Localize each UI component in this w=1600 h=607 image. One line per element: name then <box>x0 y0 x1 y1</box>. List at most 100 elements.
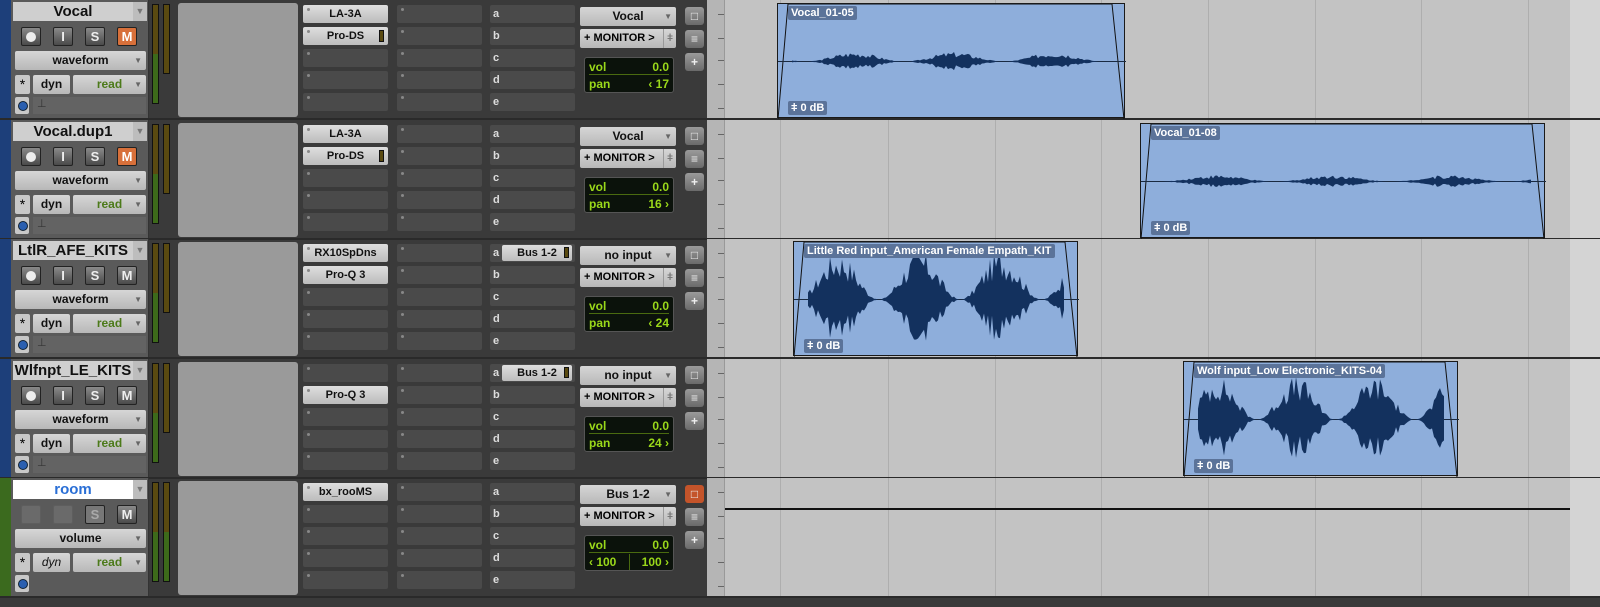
insert-bypass-dot[interactable] <box>307 552 310 555</box>
output-selector[interactable]: + MONITOR > ǂ <box>580 149 676 168</box>
output-selector[interactable]: + MONITOR > ǂ <box>580 29 676 48</box>
pan-value[interactable]: ‹ 24 <box>648 315 669 331</box>
insert-slot-b4[interactable] <box>397 93 482 111</box>
send-slot-c[interactable]: c <box>490 288 575 306</box>
insert-slot-a3[interactable] <box>303 310 388 328</box>
send-slot-b[interactable]: b <box>490 27 575 45</box>
record-enable-button[interactable] <box>21 266 41 285</box>
insert-slot-a3[interactable] <box>303 191 388 209</box>
track-name[interactable]: Vocal.dup1 <box>13 122 133 141</box>
output-window-icon[interactable]: □ <box>685 127 704 145</box>
solo-button[interactable]: S <box>85 27 105 46</box>
send-slot-c[interactable]: c <box>490 49 575 67</box>
input-selector[interactable]: no input ▼ <box>580 366 676 385</box>
insert-slot-a0[interactable]: RX10SpDns <box>303 244 388 262</box>
insert-bypass-dot[interactable] <box>307 269 310 272</box>
insert-slot-a2[interactable] <box>303 169 388 187</box>
vol-value[interactable]: 0.0 <box>652 537 669 553</box>
track-menu-arrow-icon[interactable]: ▼ <box>133 241 147 260</box>
insert-slot-a3[interactable] <box>303 430 388 448</box>
asterisk-icon[interactable]: * <box>15 195 30 214</box>
audio-clip[interactable]: Vocal_01-08 ǂ 0 dB <box>1140 123 1546 239</box>
insert-bypass-dot[interactable] <box>307 574 310 577</box>
insert-slot-a1[interactable]: Pro-DS <box>303 147 388 165</box>
pan-left-value[interactable]: ‹ 100 <box>589 555 616 569</box>
input-monitor-button[interactable]: I <box>53 386 73 405</box>
add-icon[interactable]: + <box>685 173 704 191</box>
insert-slot-a0[interactable]: bx_rooMS <box>303 483 388 501</box>
insert-slot-a1[interactable]: Pro-DS <box>303 27 388 45</box>
insert-slot-a4[interactable] <box>303 332 388 350</box>
comments-panel[interactable] <box>178 362 298 476</box>
insert-slot-b1[interactable] <box>397 27 482 45</box>
record-enable-button[interactable] <box>21 386 41 405</box>
add-icon[interactable]: + <box>685 531 704 549</box>
send-slot-a[interactable]: a <box>490 125 575 143</box>
track-view-selector[interactable]: waveform ▼ <box>15 410 146 429</box>
output-selector[interactable]: + MONITOR > ǂ <box>580 268 676 287</box>
clip-gain[interactable]: ǂ 0 dB <box>1194 459 1234 473</box>
send-slot-e[interactable]: e <box>490 93 575 111</box>
insert-slot-a4[interactable] <box>303 93 388 111</box>
dyn-button[interactable]: dyn <box>33 75 70 94</box>
input-selector[interactable]: Bus 1-2 ▼ <box>580 485 676 504</box>
insert-bypass-dot[interactable] <box>307 194 310 197</box>
insert-slot-b1[interactable] <box>397 147 482 165</box>
insert-slot-a4[interactable] <box>303 571 388 589</box>
input-selector[interactable]: Vocal ▼ <box>580 7 676 26</box>
insert-bypass-dot[interactable] <box>307 216 310 219</box>
vol-pan-display[interactable]: vol 0.0 ‹ 100 100 › <box>584 535 674 571</box>
insert-slot-a4[interactable] <box>303 452 388 470</box>
send-slot-a[interactable]: a <box>490 483 575 501</box>
timebase-icon[interactable] <box>15 575 29 592</box>
send-slot-c[interactable]: c <box>490 527 575 545</box>
elastic-audio-icon[interactable]: ⊥ <box>33 97 146 114</box>
comments-icon[interactable]: ≡ <box>685 150 704 168</box>
insert-slot-a0[interactable] <box>303 364 388 382</box>
output-window-icon[interactable]: □ <box>685 246 704 264</box>
vol-pan-display[interactable]: vol 0.0 pan ‹ 24 <box>584 296 674 332</box>
send-slot-b[interactable]: b <box>490 505 575 523</box>
insert-slot-a1[interactable]: Pro-Q 3 <box>303 266 388 284</box>
send-slot-d[interactable]: d <box>490 191 575 209</box>
insert-slot-b3[interactable] <box>397 191 482 209</box>
vol-value[interactable]: 0.0 <box>652 418 669 434</box>
insert-slot-a0[interactable]: LA-3A <box>303 125 388 143</box>
output-selector[interactable]: + MONITOR > ǂ <box>580 388 676 407</box>
insert-slot-a2[interactable] <box>303 408 388 426</box>
pan-right-value[interactable]: 100 › <box>642 554 669 570</box>
insert-slot-a1[interactable]: Pro-Q 3 <box>303 386 388 404</box>
input-monitor-button[interactable]: I <box>53 147 73 166</box>
track-name[interactable]: Vocal <box>13 2 133 21</box>
elastic-audio-icon[interactable]: ⊥ <box>33 336 146 353</box>
track-menu-arrow-icon[interactable]: ▼ <box>133 2 147 21</box>
insert-slot-b0[interactable] <box>397 125 482 143</box>
track-name[interactable]: Wlfnpt_LE_KITS <box>13 361 133 380</box>
insert-slot-b2[interactable] <box>397 408 482 426</box>
send-slot-a[interactable]: a <box>490 5 575 23</box>
pan-value[interactable]: 16 › <box>648 196 669 212</box>
mute-button[interactable]: M <box>117 27 137 46</box>
insert-bypass-dot[interactable] <box>307 367 310 370</box>
send-slot-d[interactable]: d <box>490 310 575 328</box>
insert-slot-b0[interactable] <box>397 244 482 262</box>
output-window-icon[interactable]: □ <box>685 366 704 384</box>
insert-slot-b3[interactable] <box>397 310 482 328</box>
insert-bypass-dot[interactable] <box>307 96 310 99</box>
dyn-button[interactable]: dyn <box>33 434 70 453</box>
asterisk-icon[interactable]: * <box>15 314 30 333</box>
insert-bypass-dot[interactable] <box>307 8 310 11</box>
playlist-lane[interactable] <box>725 478 1570 596</box>
insert-bypass-dot[interactable] <box>307 389 310 392</box>
insert-slot-a1[interactable] <box>303 505 388 523</box>
clip-gain[interactable]: ǂ 0 dB <box>1151 221 1191 235</box>
dyn-button[interactable]: dyn <box>33 314 70 333</box>
timebase-icon[interactable] <box>15 217 29 234</box>
insert-slot-b3[interactable] <box>397 549 482 567</box>
output-window-icon[interactable]: □ <box>685 7 704 25</box>
automation-mode-selector[interactable]: read ▼ <box>73 314 146 333</box>
insert-slot-b2[interactable] <box>397 527 482 545</box>
insert-bypass-dot[interactable] <box>307 455 310 458</box>
insert-bypass-dot[interactable] <box>307 433 310 436</box>
output-window-icon[interactable]: □ <box>685 485 704 503</box>
